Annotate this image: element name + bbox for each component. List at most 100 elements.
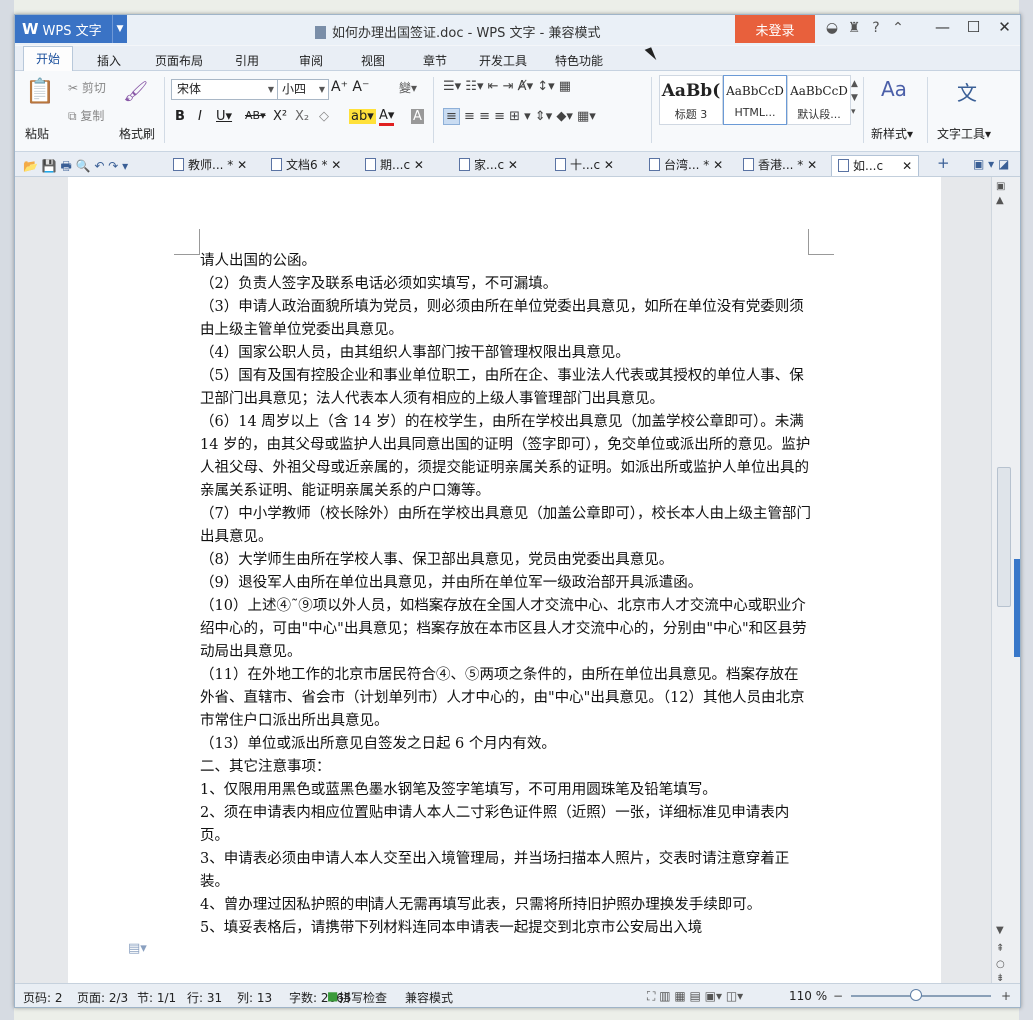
format-painter-button[interactable]: 格式刷: [119, 125, 155, 142]
new-style-icon[interactable]: Aa: [881, 77, 907, 101]
doc-tab[interactable]: 文档6 * ✕: [271, 155, 341, 175]
select-browse-icon[interactable]: ○: [996, 959, 1005, 970]
tab-menu-icons[interactable]: ▣ ▾ ◪: [973, 157, 1009, 171]
document-icon: [649, 158, 660, 171]
new-style-button[interactable]: 新样式▾: [871, 125, 913, 142]
paste-button[interactable]: 粘贴: [25, 125, 49, 142]
close-icon[interactable]: ✕: [237, 158, 247, 172]
bold-button[interactable]: B: [175, 109, 185, 124]
zoom-slider-knob[interactable]: [910, 989, 922, 1001]
paragraph: 3、申请表必须由申请人本人交至出入境管理局，并当场扫描本人照片，交表时请注意穿着…: [200, 851, 790, 890]
compat-mode: 兼容模式: [405, 991, 454, 1005]
paragraph: （6）14 周岁以上（含 14 岁）的在校学生，由所在学校出具意见（加盖学校公章…: [200, 414, 811, 499]
tab-developer[interactable]: 开发工具: [479, 52, 527, 69]
document-text[interactable]: 请人出国的公函。 （2）负责人签字及联系电话必须如实填写，不可漏填。 （3）申请…: [200, 250, 812, 940]
zoom-level[interactable]: 110 %: [789, 989, 827, 1003]
bullets-icon[interactable]: ☰▾ ☷▾ ⇤ ⇥ Ⱥ▾ ↕▾ ▦: [443, 79, 571, 94]
doc-tab[interactable]: 台湾... * ✕: [649, 155, 723, 175]
status-bar: 页码: 2 页面: 2/3 节: 1/1 行: 31 列: 13 字数: 266…: [15, 983, 1020, 1007]
highlight-button[interactable]: ab▾: [349, 109, 376, 124]
minimize-button[interactable]: —: [927, 18, 958, 36]
font-size-select[interactable]: 小四 ▼: [277, 79, 329, 100]
doc-tab[interactable]: 期...c ✕: [365, 155, 424, 175]
style-scroll-icon[interactable]: ▲ ▼ ▾: [851, 77, 858, 119]
chevron-up-icon[interactable]: ▲: [996, 195, 1004, 206]
tab-page-layout[interactable]: 页面布局: [155, 52, 203, 69]
doc-tab-active[interactable]: 如...c ✕: [831, 155, 920, 176]
superscript-button[interactable]: X²: [273, 109, 287, 124]
font-color-button[interactable]: A▾: [379, 109, 395, 126]
doc-tab[interactable]: 家...c ✕: [459, 155, 518, 175]
scroll-up-icon[interactable]: ▣: [996, 181, 1005, 192]
close-icon[interactable]: ✕: [508, 158, 518, 172]
view-mode-icons[interactable]: ⛶ ▥ ▦ ▤ ▣▾ ◫▾: [647, 989, 743, 1004]
style-heading3[interactable]: AaBb(标题 3: [659, 75, 723, 125]
paragraph: （8）大学师生由所在学校人事、保卫部出具意见，党员由党委出具意见。: [200, 552, 674, 568]
style-html[interactable]: AaBbCcD HTML...: [723, 75, 787, 125]
align-icons[interactable]: ≡ ≡ ≡ ≡ ⊞ ▾ ⇕▾ ◆▾ ▦▾: [443, 108, 596, 125]
side-panel-toggle[interactable]: [1014, 559, 1020, 657]
tab-view[interactable]: 视图: [361, 52, 385, 69]
column-info: 列: 13: [237, 991, 273, 1005]
brush-icon[interactable]: 🖌: [123, 79, 148, 103]
grow-font-icon[interactable]: A⁺ A⁻: [331, 79, 369, 95]
desktop-left: [0, 0, 14, 1020]
document-page[interactable]: 请人出国的公函。 （2）负责人签字及联系电话必须如实填写，不可漏填。 （3）申请…: [68, 177, 941, 983]
text-tools-icon[interactable]: 文: [957, 77, 977, 106]
phonetic-icon[interactable]: 變▾: [399, 79, 417, 96]
app-menu-button[interactable]: W WPS 文字 ▼: [15, 15, 127, 43]
italic-button[interactable]: I: [198, 109, 202, 124]
tab-references[interactable]: 引用: [235, 52, 259, 69]
align-left-icon[interactable]: ≡: [443, 108, 460, 125]
shirt-icon[interactable]: ♜: [843, 20, 865, 36]
doc-tab[interactable]: 香港... * ✕: [743, 155, 817, 175]
clear-format-button[interactable]: ◇: [319, 109, 329, 124]
close-icon[interactable]: ✕: [902, 159, 912, 173]
close-icon[interactable]: ✕: [713, 158, 723, 172]
skin-icon[interactable]: ◒: [821, 20, 843, 36]
copy-button[interactable]: ⧉ 复制: [68, 107, 104, 124]
style-default[interactable]: AaBbCcD 默认段...: [787, 75, 851, 125]
quick-access-icons[interactable]: 📂 💾 🖶 🔍 ↶ ↷ ▾: [23, 157, 128, 178]
chevron-down-icon[interactable]: ▼: [112, 15, 127, 43]
close-icon[interactable]: ✕: [604, 158, 614, 172]
scroll-thumb[interactable]: [997, 467, 1011, 607]
underline-button[interactable]: U▾: [216, 109, 232, 124]
cut-button[interactable]: ✂ 剪切: [68, 79, 106, 96]
login-button[interactable]: 未登录: [735, 15, 815, 43]
paragraph: （11）在外地工作的北京市居民符合④、⑤两项之条件的，由所在单位出具意见。档案存…: [200, 667, 805, 729]
title-tools: ◒ ♜? ⌃: [821, 20, 909, 36]
tab-review[interactable]: 审阅: [299, 52, 323, 69]
char-shading-button[interactable]: A: [411, 109, 424, 124]
doc-tab[interactable]: 教师... * ✕: [173, 155, 247, 175]
paragraph: 2、须在申请表内相应位置贴申请人本人二寸彩色证件照（近照）一张，详细标准见申请表…: [200, 805, 790, 844]
text-tools-button[interactable]: 文字工具▾: [937, 125, 991, 142]
zoom-out-icon[interactable]: −: [833, 989, 843, 1003]
new-tab-icon[interactable]: +: [937, 154, 950, 172]
close-icon[interactable]: ✕: [807, 158, 817, 172]
tab-start[interactable]: 开始: [23, 46, 74, 71]
paragraph-tool-icon[interactable]: ▤▾: [128, 941, 147, 956]
tab-features[interactable]: 特色功能: [555, 52, 603, 69]
spellcheck-button[interactable]: 拼写检查: [339, 989, 387, 1006]
maximize-button[interactable]: ☐: [958, 18, 989, 36]
subscript-button[interactable]: X₂: [295, 109, 309, 124]
tab-chapter[interactable]: 章节: [423, 52, 447, 69]
close-icon[interactable]: ✕: [414, 158, 424, 172]
window-controls: — ☐ ✕: [927, 18, 1020, 36]
prev-page-icon[interactable]: ⇞: [996, 943, 1004, 954]
collapse-icon[interactable]: ⌃: [887, 20, 909, 36]
close-icon[interactable]: ✕: [331, 158, 341, 172]
paragraph: （3）申请人政治面貌所填为党员，则必须由所在单位党委出具意见，如所在单位没有党委…: [200, 299, 804, 338]
help-icon[interactable]: ?: [865, 20, 887, 36]
strikethrough-button[interactable]: AB▾: [245, 109, 266, 122]
font-name-select[interactable]: 宋体 ▼: [171, 79, 278, 100]
paste-icon[interactable]: 📋: [25, 77, 55, 105]
zoom-in-icon[interactable]: +: [1001, 989, 1011, 1003]
vertical-scrollbar[interactable]: ▣ ▲ ▼ ⇞ ○ ⇟: [991, 177, 1020, 984]
paragraph: （2）负责人签字及联系电话必须如实填写，不可漏填。: [200, 276, 558, 292]
tab-insert[interactable]: 插入: [97, 52, 121, 69]
close-button[interactable]: ✕: [989, 18, 1020, 36]
chevron-down-icon[interactable]: ▼: [996, 925, 1004, 936]
doc-tab[interactable]: 十...c ✕: [555, 155, 614, 175]
